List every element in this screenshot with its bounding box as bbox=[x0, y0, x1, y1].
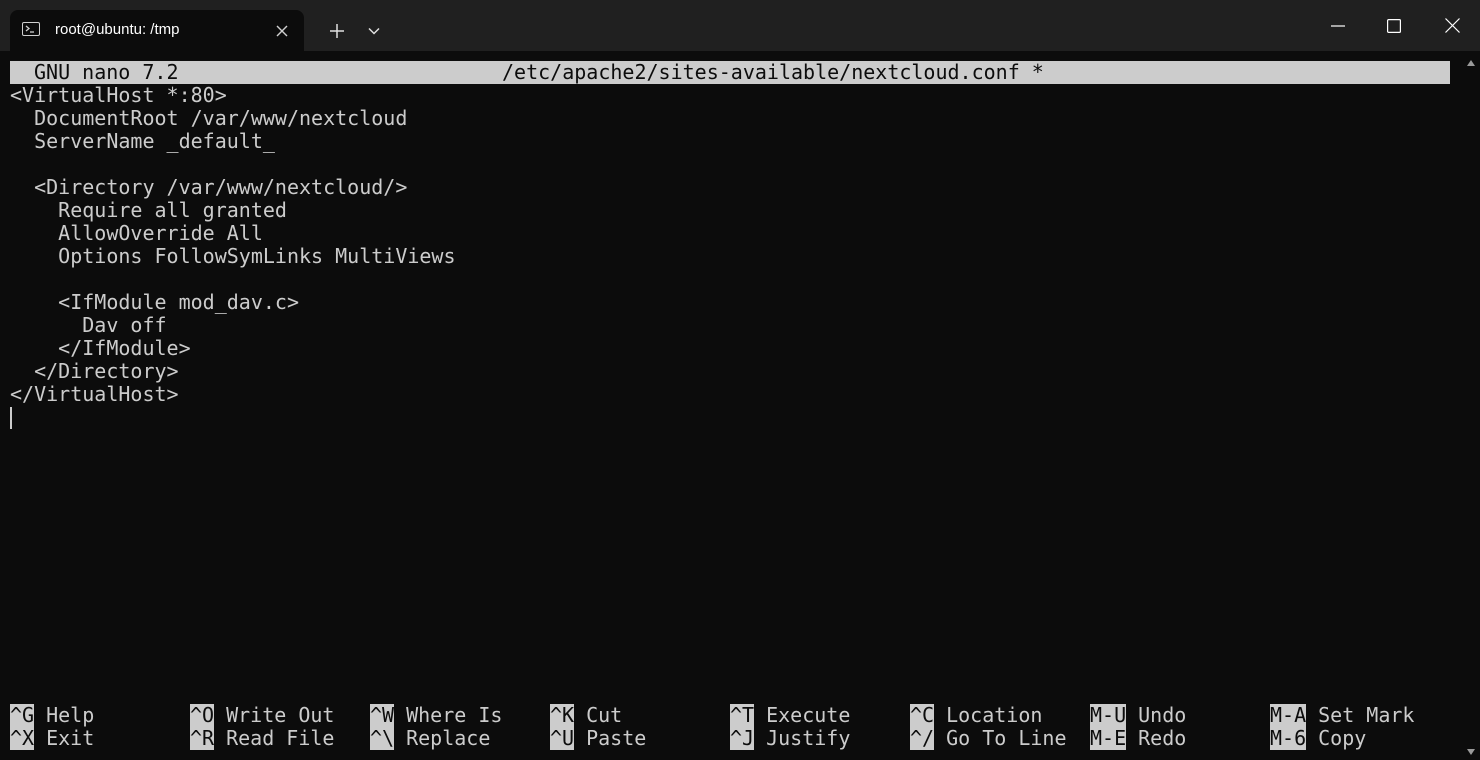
shortcut-key: ^T bbox=[730, 703, 755, 727]
shortcut-label: Go To Line bbox=[946, 726, 1067, 750]
shortcut-item: ^C Location bbox=[910, 704, 1042, 727]
scroll-up-arrow-icon[interactable] bbox=[1466, 59, 1476, 67]
editor-line: <VirtualHost *:80> bbox=[10, 83, 227, 107]
shortcut-key: ^K bbox=[550, 703, 575, 727]
minimize-button[interactable] bbox=[1310, 0, 1366, 51]
shortcut-item: M-U Undo bbox=[1090, 704, 1186, 727]
shortcut-item: ^O Write Out bbox=[190, 704, 334, 727]
shortcut-label: Cut bbox=[586, 703, 623, 727]
close-window-button[interactable] bbox=[1424, 0, 1480, 51]
plus-icon bbox=[330, 24, 344, 38]
shortcut-item: M-A Set Mark bbox=[1270, 704, 1414, 727]
shortcut-key: M-6 bbox=[1270, 726, 1307, 750]
shortcut-label: Write Out bbox=[226, 703, 335, 727]
shortcut-key: ^/ bbox=[910, 726, 935, 750]
new-tab-button[interactable] bbox=[322, 16, 352, 46]
minimize-icon bbox=[1331, 24, 1345, 27]
editor-line: DocumentRoot /var/www/nextcloud bbox=[10, 106, 408, 130]
editor-line: Dav off bbox=[10, 313, 167, 337]
terminal-icon bbox=[22, 22, 40, 36]
shortcut-item: M-6 Copy bbox=[1270, 727, 1366, 750]
shortcut-item: ^K Cut bbox=[550, 704, 622, 727]
nano-filename: /etc/apache2/sites-available/nextcloud.c… bbox=[502, 60, 1044, 84]
editor-line: Require all granted bbox=[10, 198, 287, 222]
shortcut-label: Paste bbox=[586, 726, 647, 750]
shortcut-label: Execute bbox=[766, 703, 851, 727]
editor-buffer[interactable]: <VirtualHost *:80> DocumentRoot /var/www… bbox=[10, 84, 1450, 684]
nano-shortcut-bar: ^G Help ^X Exit ^O Write Out ^R Read File ^W Wher… bbox=[10, 704, 1450, 750]
shortcut-item: M-E Redo bbox=[1090, 727, 1186, 750]
nano-version: GNU nano 7.2 bbox=[34, 60, 179, 84]
shortcut-item: ^J Justify bbox=[730, 727, 850, 750]
shortcut-key: ^U bbox=[550, 726, 575, 750]
editor-line: <Directory /var/www/nextcloud/> bbox=[10, 175, 408, 199]
shortcut-label: Replace bbox=[406, 726, 491, 750]
shortcut-item: ^/ Go To Line bbox=[910, 727, 1067, 750]
shortcut-key: M-A bbox=[1270, 703, 1307, 727]
editor-line: </Directory> bbox=[10, 359, 179, 383]
title-bar: root@ubuntu: /tmp bbox=[0, 0, 1480, 51]
terminal-tab[interactable]: root@ubuntu: /tmp bbox=[10, 10, 304, 51]
shortcut-label: Help bbox=[46, 703, 95, 727]
shortcut-label: Read File bbox=[226, 726, 335, 750]
shortcut-key: M-E bbox=[1090, 726, 1127, 750]
editor-line: <IfModule mod_dav.c> bbox=[10, 290, 299, 314]
shortcut-key: ^O bbox=[190, 703, 215, 727]
scrollbar[interactable] bbox=[1462, 51, 1480, 760]
shortcut-item: ^X Exit bbox=[10, 727, 94, 750]
shortcut-label: Where Is bbox=[406, 703, 503, 727]
shortcut-item: ^R Read File bbox=[190, 727, 334, 750]
text-cursor bbox=[10, 407, 12, 429]
tab-title: root@ubuntu: /tmp bbox=[55, 21, 180, 38]
shortcut-key: ^\ bbox=[370, 726, 395, 750]
tab-close-icon[interactable] bbox=[272, 21, 292, 41]
shortcut-label: Copy bbox=[1318, 726, 1367, 750]
tab-dropdown-button[interactable] bbox=[361, 16, 387, 46]
shortcut-key: ^W bbox=[370, 703, 395, 727]
shortcut-item: ^W Where Is bbox=[370, 704, 502, 727]
maximize-icon bbox=[1387, 18, 1401, 33]
shortcut-key: ^J bbox=[730, 726, 755, 750]
shortcut-label: Exit bbox=[46, 726, 95, 750]
shortcut-label: Justify bbox=[766, 726, 851, 750]
shortcut-key: ^X bbox=[10, 726, 35, 750]
shortcut-key: ^R bbox=[190, 726, 215, 750]
editor-line: AllowOverride All bbox=[10, 221, 263, 245]
nano-title-bar: GNU nano 7.2 /etc/apache2/sites-availabl… bbox=[10, 61, 1450, 84]
shortcut-key: ^C bbox=[910, 703, 935, 727]
maximize-button[interactable] bbox=[1366, 0, 1422, 51]
editor-line: ServerName _default_ bbox=[10, 129, 275, 153]
shortcut-item: ^\ Replace bbox=[370, 727, 490, 750]
scroll-down-arrow-icon[interactable] bbox=[1466, 748, 1476, 756]
shortcut-key: M-U bbox=[1090, 703, 1127, 727]
shortcut-label: Redo bbox=[1138, 726, 1187, 750]
editor-line: </VirtualHost> bbox=[10, 382, 179, 406]
shortcut-label: Set Mark bbox=[1318, 703, 1415, 727]
editor-line: </IfModule> bbox=[10, 336, 191, 360]
shortcut-item: ^U Paste bbox=[550, 727, 646, 750]
shortcut-key: ^G bbox=[10, 703, 35, 727]
chevron-down-icon bbox=[368, 27, 380, 35]
terminal-area[interactable]: GNU nano 7.2 /etc/apache2/sites-availabl… bbox=[0, 51, 1480, 760]
shortcut-item: ^T Execute bbox=[730, 704, 850, 727]
shortcut-label: Location bbox=[946, 703, 1043, 727]
shortcut-item: ^G Help bbox=[10, 704, 94, 727]
shortcut-label: Undo bbox=[1138, 703, 1187, 727]
editor-line: Options FollowSymLinks MultiViews bbox=[10, 244, 456, 268]
close-icon bbox=[1444, 18, 1460, 33]
